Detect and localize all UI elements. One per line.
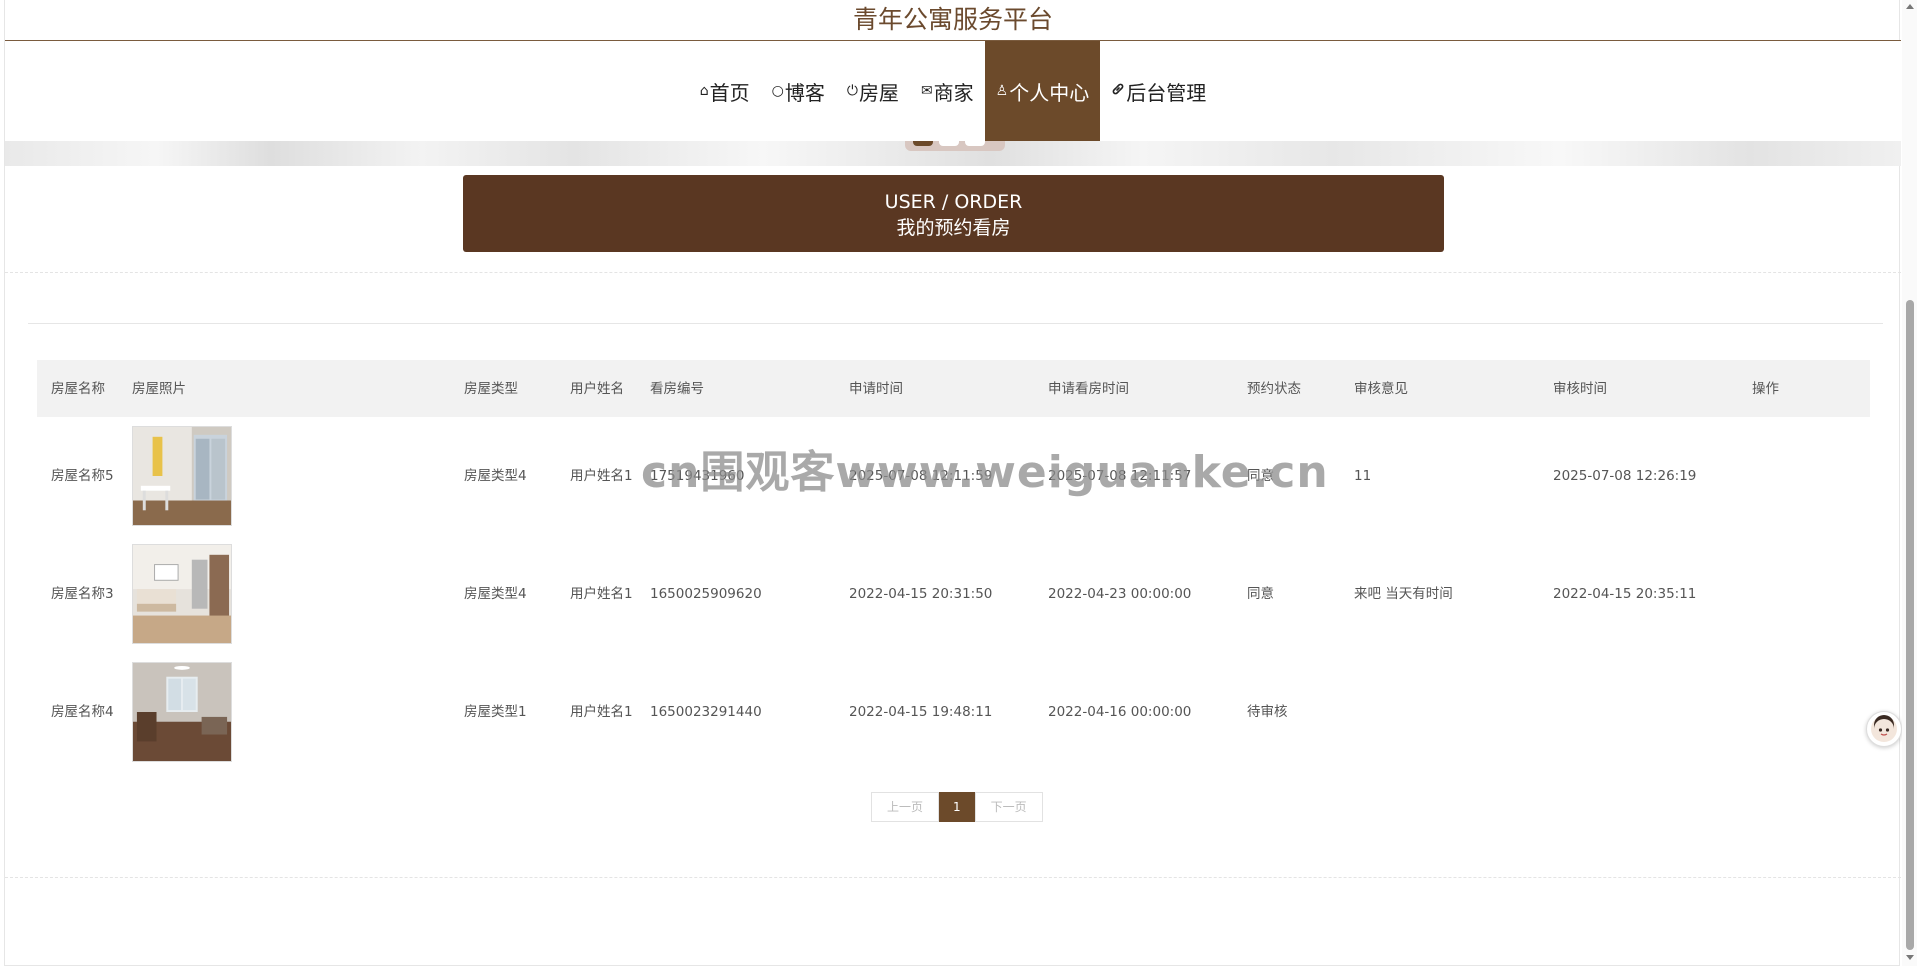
assistant-avatar-icon[interactable] bbox=[1866, 711, 1902, 747]
carousel-dot[interactable] bbox=[939, 141, 959, 146]
divider bbox=[28, 323, 1883, 324]
review-time: 2025-07-08 12:26:19 bbox=[1553, 468, 1697, 484]
mail-icon: ✉ bbox=[920, 83, 933, 99]
next-page-button[interactable]: 下一页 bbox=[974, 792, 1043, 822]
nav-item-label: 房屋 bbox=[858, 80, 899, 105]
nav-item-label: 个人中心 bbox=[1009, 80, 1090, 105]
nav-item-blog[interactable]: ○ 博客 bbox=[761, 41, 836, 141]
scroll-down-arrow-icon[interactable] bbox=[1906, 955, 1914, 960]
nav-item-label: 首页 bbox=[709, 80, 750, 105]
nav-item-merchant[interactable]: ✉ 商家 bbox=[910, 41, 985, 141]
house-type: 房屋类型1 bbox=[464, 704, 527, 720]
visit-time: 2022-04-16 00:00:00 bbox=[1048, 704, 1192, 720]
column-header: 房屋名称 bbox=[37, 360, 118, 417]
table-row[interactable]: 房屋名称3 房屋类型4 用户姓名1 1650025909620 2022-04-… bbox=[37, 535, 1870, 653]
page-number-button[interactable]: 1 bbox=[939, 792, 975, 822]
home-icon: ⌂ bbox=[699, 83, 709, 99]
column-header: 房屋照片 bbox=[118, 360, 450, 417]
status: 同意 bbox=[1247, 586, 1274, 602]
circle-icon: ○ bbox=[771, 83, 784, 99]
nav-item-label: 后台管理 bbox=[1126, 80, 1207, 105]
order-panel: 房屋名称 房屋照片 房屋类型 用户姓名 看房编号 申请时间 申请看房时间 预约状… bbox=[5, 272, 1901, 878]
apply-time: 2022-04-15 19:48:11 bbox=[849, 704, 993, 720]
apply-time: 2022-04-15 20:31:50 bbox=[849, 586, 993, 602]
nav-item-home[interactable]: ⌂ 首页 bbox=[689, 41, 761, 141]
column-header: 申请时间 bbox=[835, 360, 1034, 417]
column-header: 审核意见 bbox=[1340, 360, 1539, 417]
review-opinion: 来吧 当天有时间 bbox=[1354, 586, 1453, 602]
nav-item-user-center[interactable]: ♙ 个人中心 bbox=[984, 41, 1101, 141]
prev-page-button[interactable]: 上一页 bbox=[871, 792, 940, 822]
viewing-code: 1650025909620 bbox=[650, 586, 762, 602]
scroll-up-arrow-icon[interactable] bbox=[1906, 4, 1914, 9]
vertical-scrollbar[interactable] bbox=[1902, 0, 1917, 966]
viewing-code: 1650023291440 bbox=[650, 704, 762, 720]
table-row[interactable]: 房屋名称4 房屋类型1 用户姓名1 1650023291440 2022-04-… bbox=[37, 653, 1870, 771]
section-header: USER / ORDER 我的预约看房 bbox=[463, 175, 1444, 252]
watermark: cn围观客www.weiguanke.cn bbox=[641, 447, 1329, 498]
house-name: 房屋名称5 bbox=[51, 468, 114, 484]
column-header: 看房编号 bbox=[636, 360, 835, 417]
column-header: 操作 bbox=[1738, 360, 1870, 417]
review-opinion: 11 bbox=[1354, 468, 1372, 484]
carousel-dot[interactable] bbox=[965, 141, 985, 146]
status: 待审核 bbox=[1247, 704, 1288, 720]
room-photo-3[interactable] bbox=[132, 662, 232, 762]
house-photo[interactable] bbox=[118, 417, 450, 535]
column-header: 用户姓名 bbox=[556, 360, 636, 417]
user-name: 用户姓名1 bbox=[570, 468, 633, 484]
user-name: 用户姓名1 bbox=[570, 704, 633, 720]
house-name: 房屋名称4 bbox=[51, 704, 114, 720]
room-photo-1[interactable] bbox=[132, 426, 232, 526]
house-name: 房屋名称3 bbox=[51, 586, 114, 602]
page-frame: 青年公寓服务平台 ⌂ 首页 ○ 博客 ⏻ 房屋 ✉ 商家 ♙ 个人中心 后台管理 bbox=[4, 0, 1901, 966]
review-opinion bbox=[1340, 653, 1539, 771]
section-header-en: USER / ORDER bbox=[884, 191, 1023, 213]
pagination: 上一页 1 下一页 bbox=[871, 792, 1043, 822]
column-header: 审核时间 bbox=[1539, 360, 1738, 417]
house-type: 房屋类型4 bbox=[464, 586, 527, 602]
carousel-dot[interactable] bbox=[913, 141, 933, 146]
column-header: 申请看房时间 bbox=[1034, 360, 1233, 417]
power-icon: ⏻ bbox=[846, 83, 858, 99]
link-icon bbox=[1111, 82, 1125, 100]
column-header: 预约状态 bbox=[1233, 360, 1340, 417]
house-photo[interactable] bbox=[118, 653, 450, 771]
nav-item-label: 博客 bbox=[784, 80, 825, 105]
house-type: 房屋类型4 bbox=[464, 468, 527, 484]
user-name: 用户姓名1 bbox=[570, 586, 633, 602]
row-actions bbox=[1738, 535, 1870, 653]
nav-item-admin[interactable]: 后台管理 bbox=[1100, 41, 1217, 141]
column-header: 房屋类型 bbox=[450, 360, 556, 417]
review-time bbox=[1539, 653, 1738, 771]
scrollbar-thumb[interactable] bbox=[1906, 300, 1914, 950]
row-actions bbox=[1738, 653, 1870, 771]
main-nav: ⌂ 首页 ○ 博客 ⏻ 房屋 ✉ 商家 ♙ 个人中心 后台管理 bbox=[5, 41, 1901, 141]
room-photo-2[interactable] bbox=[132, 544, 232, 644]
nav-item-label: 商家 bbox=[933, 80, 974, 105]
site-title: 青年公寓服务平台 bbox=[852, 5, 1053, 34]
user-icon: ♙ bbox=[995, 83, 1009, 99]
review-time: 2022-04-15 20:35:11 bbox=[1553, 586, 1697, 602]
nav-item-house[interactable]: ⏻ 房屋 bbox=[836, 41, 910, 141]
section-header-cn: 我的预约看房 bbox=[896, 217, 1011, 239]
row-actions bbox=[1738, 417, 1870, 535]
table-header-row: 房屋名称 房屋照片 房屋类型 用户姓名 看房编号 申请时间 申请看房时间 预约状… bbox=[37, 360, 1870, 417]
order-table: 房屋名称 房屋照片 房屋类型 用户姓名 看房编号 申请时间 申请看房时间 预约状… bbox=[37, 360, 1870, 771]
visit-time: 2022-04-23 00:00:00 bbox=[1048, 586, 1192, 602]
house-photo[interactable] bbox=[118, 535, 450, 653]
